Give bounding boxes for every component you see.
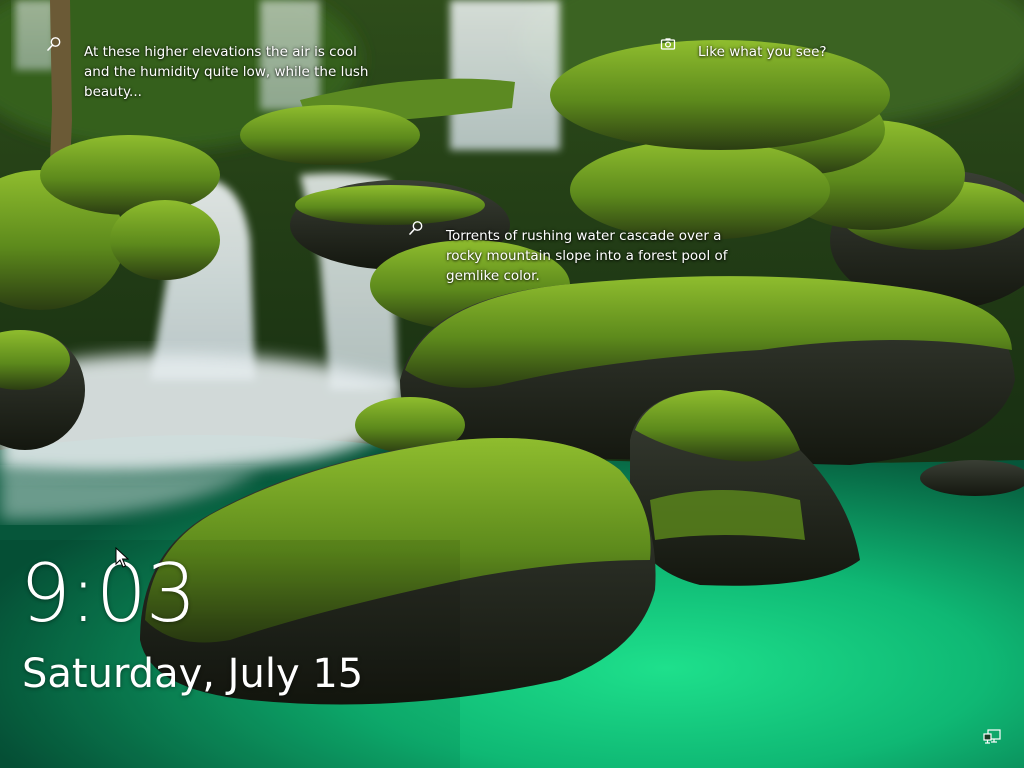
network-icon[interactable] xyxy=(983,729,1001,745)
lock-screen-time: 9:03 xyxy=(20,547,197,640)
mouse-cursor-icon xyxy=(115,547,129,568)
spotlight-hotspot-torrents[interactable]: Torrents of rushing water cascade over a… xyxy=(408,221,728,286)
hotspot-text: At these higher elevations the air is co… xyxy=(84,44,369,100)
spotlight-hotspot-elevations[interactable]: At these higher elevations the air is co… xyxy=(46,37,376,102)
hotspot-text: Like what you see? xyxy=(698,44,827,60)
lock-screen-date: Saturday, July 15 xyxy=(22,651,364,697)
camera-icon xyxy=(660,38,676,50)
spotlight-feedback-hotspot[interactable]: Like what you see? xyxy=(660,38,860,62)
search-icon xyxy=(409,221,423,235)
hotspot-text: Torrents of rushing water cascade over a… xyxy=(446,228,728,284)
search-icon xyxy=(47,37,61,51)
